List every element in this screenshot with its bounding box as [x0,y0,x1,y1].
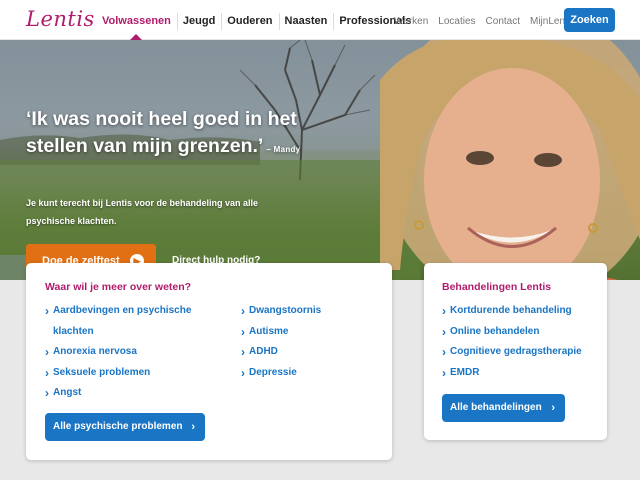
problem-link[interactable]: Depressie [241,363,321,384]
chevron-right-icon: › [551,402,555,414]
treatments-card-title: Behandelingen Lentis [442,281,552,293]
all-problems-button[interactable]: Alle psychische problemen › [45,413,205,441]
treatment-link[interactable]: EMDR [442,363,582,384]
problems-list-col2: Dwangstoornis Autisme ADHD Depressie [241,301,321,383]
treatments-list: Kortdurende behandeling Online behandele… [442,301,582,383]
all-treatments-button[interactable]: Alle behandelingen › [442,394,565,422]
nav-volwassenen[interactable]: Volwassenen [96,0,177,40]
problem-link[interactable]: Aardbevingen en psychische [45,301,191,322]
quote-author: – Mandy [266,145,301,154]
site-header: Lentis Volwassenen Jeugd Ouderen Naasten… [0,0,640,40]
problems-list-col1: Aardbevingen en psychische klachten Anor… [45,301,191,404]
nav-locaties[interactable]: Locaties [433,0,480,40]
problem-link[interactable]: Seksuele problemen [45,363,191,384]
lentis-logo[interactable]: Lentis [26,7,95,31]
problem-link[interactable]: Anorexia nervosa [45,342,191,363]
problem-link[interactable]: Dwangstoornis [241,301,321,322]
quote-text: ‘Ik was nooit heel goed in het stellen v… [26,108,297,157]
problem-link-continuation[interactable]: klachten [45,322,191,343]
all-problems-label: Alle psychische problemen [53,421,183,432]
treatment-link[interactable]: Cognitieve gedragstherapie [442,342,582,363]
nav-ouderen[interactable]: Ouderen [221,0,278,40]
hero-intro: Je kunt terecht bij Lentis voor de behan… [26,198,259,226]
treatment-link[interactable]: Kortdurende behandeling [442,301,582,322]
nav-jeugd[interactable]: Jeugd [176,0,221,40]
main-navigation: Volwassenen Jeugd Ouderen Naasten Profes… [96,0,417,40]
search-button[interactable]: Zoeken [564,8,615,32]
treatment-link[interactable]: Online behandelen [442,322,582,343]
hero-quote: ‘Ik was nooit heel goed in het stellen v… [26,106,316,163]
all-treatments-label: Alle behandelingen [450,402,542,413]
problems-card: Waar wil je meer over weten? Aardbevinge… [26,263,392,460]
problem-link[interactable]: Autisme [241,322,321,343]
treatments-card: Behandelingen Lentis Kortdurende behande… [424,263,607,440]
chevron-right-icon: › [191,421,195,433]
problems-card-title: Waar wil je meer over weten? [45,281,192,293]
nav-naasten[interactable]: Naasten [278,0,334,40]
nav-contact[interactable]: Contact [481,0,525,40]
problem-link[interactable]: Angst [45,383,191,404]
problem-link[interactable]: ADHD [241,342,321,363]
utility-navigation: Werken Locaties Contact MijnLentis [389,0,580,40]
nav-werken[interactable]: Werken [389,0,433,40]
